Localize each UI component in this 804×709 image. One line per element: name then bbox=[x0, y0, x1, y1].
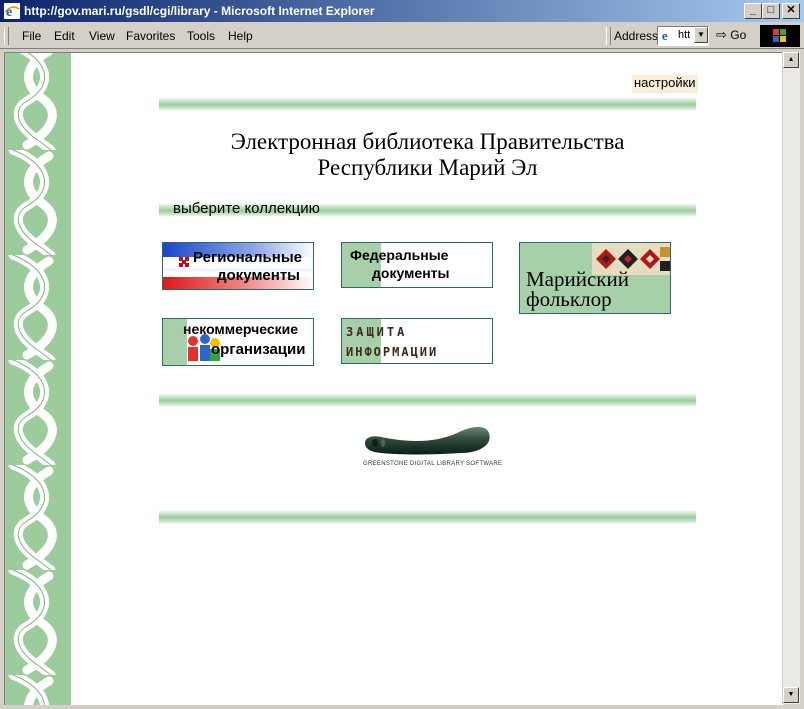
page-title: Электронная библиотека Правительства Рес… bbox=[159, 129, 696, 181]
address-dropdown-button[interactable]: ▼ bbox=[694, 27, 708, 43]
go-button[interactable]: ⇨ Go bbox=[716, 27, 746, 43]
collection-mari-folklore[interactable]: Марийский фольклор bbox=[519, 242, 671, 314]
library-home-page: настройки Электронная библиотека Правите… bbox=[5, 53, 783, 705]
collection-title-line-1: ЗАЩИТА bbox=[346, 325, 408, 339]
collection-federal-documents[interactable]: Федеральные документы bbox=[341, 242, 493, 288]
greenstone-label: GREENSTONE DIGITAL LIBRARY SOFTWARE bbox=[363, 461, 503, 467]
menu-help[interactable]: Help bbox=[228, 29, 253, 43]
menu-edit[interactable]: Edit bbox=[54, 29, 75, 43]
collection-title-line-1: Региональные bbox=[193, 249, 302, 266]
menu-tools[interactable]: Tools bbox=[187, 29, 215, 43]
collection-title-line-1: некоммерческие bbox=[183, 321, 299, 337]
svg-text:e: e bbox=[662, 28, 668, 43]
menu-favorites[interactable]: Favorites bbox=[126, 29, 175, 43]
window-title-bar[interactable]: e http://gov.mari.ru/gsdl/cgi/library - … bbox=[0, 0, 804, 22]
ie-icon: e bbox=[4, 3, 20, 19]
address-label: Address bbox=[614, 29, 659, 43]
address-input[interactable]: e htt ▼ bbox=[657, 26, 709, 46]
collection-title-line-2: организации bbox=[211, 341, 306, 358]
divider-bar bbox=[159, 393, 696, 407]
address-value: htt bbox=[678, 29, 691, 41]
scroll-down-button[interactable]: ▼ bbox=[783, 687, 799, 703]
preferences-link[interactable]: настройки bbox=[632, 75, 698, 93]
toolbar-grip[interactable] bbox=[606, 27, 611, 45]
page-title-line-2: Республики Марий Эл bbox=[317, 155, 538, 180]
collection-title-line-1: Федеральные bbox=[350, 247, 449, 263]
collection-title-line-2: фольклор bbox=[526, 287, 612, 311]
collection-title-line-2: документы bbox=[372, 265, 450, 281]
windows-logo-throbber bbox=[760, 25, 800, 47]
scroll-up-button[interactable]: ▲ bbox=[783, 52, 799, 68]
divider-bar bbox=[159, 97, 696, 111]
go-label: Go bbox=[730, 28, 747, 42]
divider-bar bbox=[159, 510, 696, 524]
maximize-button[interactable]: □ bbox=[762, 3, 780, 19]
vertical-scrollbar[interactable]: ▲ ▼ bbox=[782, 52, 800, 704]
ie-page-icon: e bbox=[662, 28, 668, 43]
page-title-line-1: Электронная библиотека Правительства bbox=[230, 129, 625, 154]
collection-title-line-2: документы bbox=[217, 267, 300, 284]
close-button[interactable]: ✕ bbox=[782, 3, 800, 19]
collection-regional-documents[interactable]: Региональные документы bbox=[162, 242, 314, 290]
menu-view[interactable]: View bbox=[89, 29, 115, 43]
choose-collection-label: выберите коллекцию bbox=[173, 200, 320, 217]
collection-nonprofit-organizations[interactable]: некоммерческие организации bbox=[162, 318, 314, 366]
menu-file[interactable]: File bbox=[22, 29, 41, 43]
browser-viewport: настройки Электронная библиотека Правите… bbox=[4, 52, 783, 705]
go-arrow-icon: ⇨ bbox=[716, 27, 727, 42]
collection-information-security[interactable]: ЗАЩИТА ИНФОРМАЦИИ bbox=[341, 318, 493, 364]
window-title: http://gov.mari.ru/gsdl/cgi/library - Mi… bbox=[24, 4, 375, 18]
toolbar-grip[interactable] bbox=[4, 27, 9, 45]
windows-flag-icon bbox=[773, 29, 786, 42]
minimize-button[interactable]: _ bbox=[744, 3, 762, 19]
collection-title-line-2: ИНФОРМАЦИИ bbox=[346, 345, 439, 359]
